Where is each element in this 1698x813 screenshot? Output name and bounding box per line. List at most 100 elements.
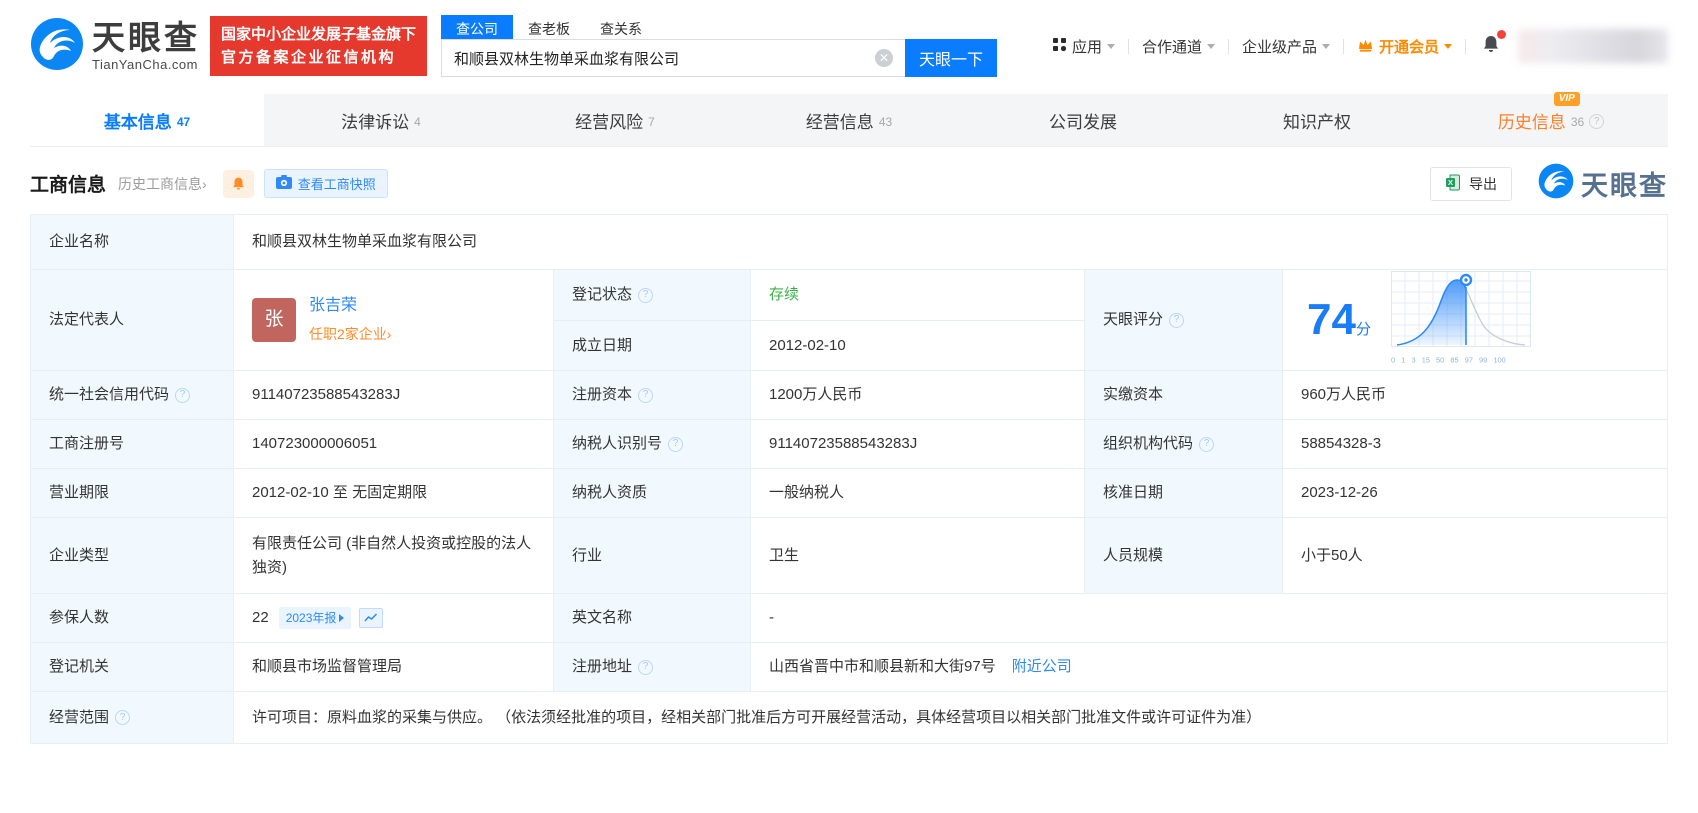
export-button[interactable]: X 导出 — [1430, 166, 1512, 201]
chevron-down-icon — [1206, 43, 1215, 49]
tab-count: 36 — [1570, 114, 1585, 129]
tianyancha-swirl-icon — [1538, 163, 1574, 204]
nearby-companies-link[interactable]: 附近公司 — [1012, 655, 1072, 678]
tab-basic-info[interactable]: 基本信息 47 — [30, 94, 264, 146]
history-business-info-link[interactable]: 历史工商信息› — [118, 174, 207, 194]
tianyan-score-label: 天眼评分 ? — [1084, 270, 1282, 370]
approval-date-label: 核准日期 — [1084, 469, 1282, 517]
nav-enterprise-products[interactable]: 企业级产品 — [1242, 36, 1330, 57]
nav-cooperation-label: 合作通道 — [1141, 38, 1202, 56]
chevron-down-icon — [1321, 43, 1330, 49]
tab-label: 知识产权 — [1283, 112, 1351, 132]
user-avatar[interactable] — [1518, 29, 1668, 63]
business-term-label: 营业期限 — [31, 469, 233, 517]
table-row: 企业名称 和顺县双林生物单采血浆有限公司 — [31, 215, 1667, 269]
monitor-bell-button[interactable] — [222, 169, 254, 198]
credit-code-label: 统一社会信用代码? — [31, 371, 233, 419]
excel-icon: X — [1445, 174, 1462, 194]
paid-capital-value: 960万人民币 — [1282, 371, 1667, 419]
tianyancha-logo[interactable]: 天眼查 TianYanCha.com — [30, 17, 200, 76]
tab-count: 4 — [414, 114, 421, 129]
logo-domain-text: TianYanCha.com — [92, 57, 198, 72]
tab-business-risk[interactable]: 经营风险 7 — [498, 94, 732, 146]
table-row: 企业类型 有限责任公司 (非自然人投资或控股的法人独资) 行业 卫生 人员规模 … — [31, 517, 1667, 593]
business-info-table: 企业名称 和顺县双林生物单采血浆有限公司 法定代表人 张 张吉荣 任职2家企业›… — [30, 214, 1668, 744]
notification-bell-icon[interactable] — [1481, 29, 1506, 59]
industry-label: 行业 — [553, 518, 750, 593]
legal-rep-avatar: 张 — [252, 297, 296, 342]
company-name-value: 和顺县双林生物单采血浆有限公司 — [233, 215, 1667, 269]
crown-icon — [1357, 37, 1374, 56]
score-chart-x-ticks: 01 3 15 50 85 97 99 100 — [1390, 355, 1506, 365]
tab-label: 公司发展 — [1049, 112, 1117, 132]
tab-label: 历史信息 — [1497, 112, 1566, 132]
help-icon[interactable]: ? — [175, 387, 191, 403]
score-unit: 分 — [1355, 321, 1371, 338]
section-header: 工商信息 历史工商信息› 查看工商快照 X 导出 天眼查 — [30, 163, 1668, 204]
nav-apps[interactable]: 应用 — [1052, 36, 1115, 57]
help-icon[interactable]: ? — [1199, 436, 1215, 452]
trend-chart-icon[interactable] — [359, 608, 384, 628]
taxpayer-quality-label: 纳税人资质 — [553, 469, 750, 517]
legal-rep-name-link[interactable]: 张吉荣 — [309, 294, 391, 319]
help-icon[interactable]: ? — [638, 287, 654, 303]
address-text: 山西省晋中市和顺县新和大街97号 — [769, 658, 996, 676]
address-value-cell: 山西省晋中市和顺县新和大街97号 附近公司 — [750, 643, 1667, 691]
nav-enterprise-label: 企业级产品 — [1241, 38, 1317, 56]
tab-label: 经营风险 — [575, 112, 644, 132]
tianyan-score-value: 74分 0 1 3 15 50 85 97 99 100 — [1282, 270, 1667, 370]
insured-label: 参保人数 — [31, 594, 233, 642]
business-term-value: 2012-02-10 至 无固定期限 — [233, 469, 553, 517]
annual-report-tag[interactable]: 2023年报 — [278, 606, 352, 630]
view-snapshot-button[interactable]: 查看工商快照 — [263, 169, 388, 198]
company-name-label: 企业名称 — [31, 215, 233, 269]
score-number: 74 — [1307, 295, 1356, 344]
legal-rep-label: 法定代表人 — [31, 270, 233, 370]
org-code-value: 58854328-3 — [1282, 420, 1667, 468]
credit-code-value: 91140723588543283J — [233, 371, 553, 419]
tab-business-info[interactable]: 经营信息 43 — [732, 94, 966, 146]
legal-rep-positions-link[interactable]: 任职2家企业› — [309, 324, 391, 346]
help-icon[interactable]: ? — [1169, 312, 1185, 328]
paid-capital-label: 实缴资本 — [1084, 371, 1282, 419]
export-label: 导出 — [1469, 175, 1497, 192]
tab-history-info[interactable]: 历史信息 VIP 36 ? — [1434, 91, 1668, 146]
reg-status-label: 登记状态 ? — [553, 270, 750, 320]
taxpayer-quality-value: 一般纳税人 — [750, 469, 1084, 517]
chevron-down-icon — [1106, 43, 1115, 49]
watermark-brand-text: 天眼查 — [1581, 171, 1668, 201]
tab-legal-proceedings[interactable]: 法律诉讼 4 — [264, 94, 498, 146]
tab-company-development[interactable]: 公司发展 — [966, 94, 1200, 146]
certification-line2: 官方备案企业征信机构 — [221, 49, 397, 66]
table-row: 法定代表人 张 张吉荣 任职2家企业› 登记状态 ? 存续 成立日期 2012-… — [31, 269, 1667, 370]
reg-capital-label: 注册资本? — [553, 371, 750, 419]
help-icon[interactable]: ? — [115, 710, 131, 725]
tab-label: 基本信息 — [103, 112, 172, 132]
help-icon[interactable]: ? — [668, 436, 684, 452]
view-snapshot-label: 查看工商快照 — [297, 177, 376, 192]
staff-size-value: 小于50人 — [1282, 518, 1667, 593]
search-submit-button[interactable]: 天眼一下 — [905, 39, 998, 77]
notification-dot — [1497, 29, 1506, 39]
nav-cooperation[interactable]: 合作通道 — [1142, 36, 1215, 57]
table-row: 统一社会信用代码? 91140723588543283J 注册资本? 1200万… — [31, 370, 1667, 419]
triangle-right-icon — [339, 614, 345, 622]
help-icon[interactable]: ? — [638, 387, 654, 403]
taxpayer-id-value: 91140723588543283J — [750, 420, 1084, 468]
nav-open-vip[interactable]: 开通会员 — [1357, 36, 1452, 57]
tab-count: 7 — [648, 114, 655, 129]
tab-intellectual-property[interactable]: 知识产权 — [1200, 94, 1434, 146]
nav-apps-label: 应用 — [1071, 38, 1102, 56]
search-input[interactable] — [441, 39, 906, 77]
table-row: 经营范围? 许可项目：原料血浆的采集与供应。 （依法须经批准的项目，经相关部门批… — [31, 691, 1667, 743]
business-scope-label: 经营范围? — [31, 692, 233, 743]
help-icon[interactable]: ? — [1589, 113, 1605, 129]
reg-authority-label: 登记机关 — [31, 643, 233, 691]
company-type-label: 企业类型 — [31, 518, 233, 593]
taxpayer-id-label: 纳税人识别号? — [553, 420, 750, 468]
help-icon[interactable]: ? — [638, 659, 654, 675]
table-row: 营业期限 2012-02-10 至 无固定期限 纳税人资质 一般纳税人 核准日期… — [31, 468, 1667, 517]
clear-search-icon[interactable]: ✕ — [875, 49, 894, 67]
english-name-value: - — [750, 594, 1667, 642]
reg-status-value: 存续 — [750, 270, 1084, 320]
